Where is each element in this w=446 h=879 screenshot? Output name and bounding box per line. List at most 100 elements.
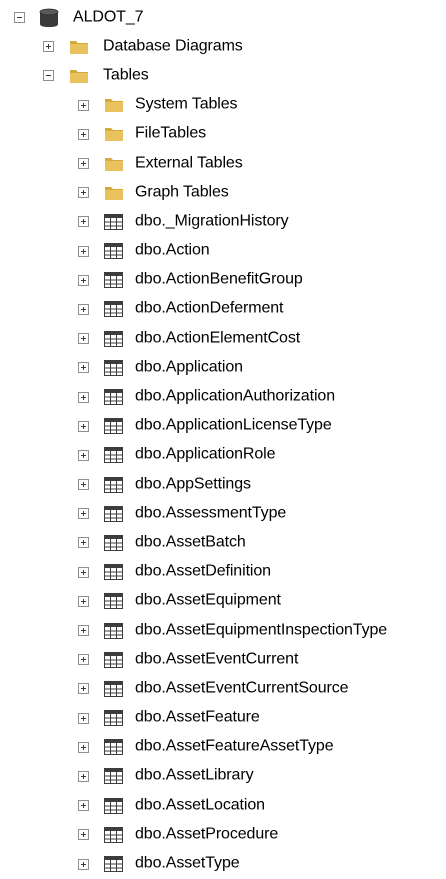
- table-grid-icon: [104, 447, 123, 468]
- tree-node-table[interactable]: dbo.AssetEquipmentInspectionType: [0, 616, 446, 645]
- table-grid-icon: [104, 564, 123, 585]
- expand-toggle-icon[interactable]: [78, 508, 89, 520]
- expand-toggle-icon[interactable]: [78, 858, 89, 870]
- tree-node-tables[interactable]: Tables: [0, 61, 446, 90]
- table-label: dbo.ActionElementCost: [135, 329, 301, 347]
- expand-toggle-icon[interactable]: [78, 420, 89, 432]
- tree-node-table[interactable]: dbo.ApplicationRole: [0, 441, 446, 470]
- collapse-toggle-icon[interactable]: [14, 12, 25, 24]
- tree-node-table[interactable]: dbo.AssetProcedure: [0, 820, 446, 849]
- table-grid-icon: [104, 330, 123, 352]
- table-grid-icon: [104, 797, 123, 819]
- expand-toggle-icon[interactable]: [78, 683, 89, 695]
- table-grid-icon: [104, 739, 123, 760]
- tree-node-table[interactable]: dbo.ActionElementCost: [0, 324, 446, 353]
- expand-toggle-icon[interactable]: [78, 216, 89, 228]
- expand-toggle-icon[interactable]: [78, 391, 89, 403]
- expand-toggle-icon[interactable]: [78, 625, 89, 637]
- table-grid-icon: [104, 418, 123, 439]
- table-grid-icon: [104, 476, 123, 498]
- folder-icon: [104, 185, 124, 206]
- expand-toggle-icon[interactable]: [78, 712, 89, 724]
- tree-node-system-tables[interactable]: System Tables: [0, 91, 446, 120]
- expand-toggle-icon[interactable]: [78, 449, 89, 461]
- table-grid-icon: [104, 301, 123, 322]
- expand-toggle-icon[interactable]: [78, 479, 89, 491]
- table-label: dbo.AssetLibrary: [135, 767, 254, 785]
- table-label: dbo.Application: [135, 358, 243, 376]
- table-label: dbo.AssetEquipment: [135, 592, 281, 610]
- tree-node-external-tables[interactable]: External Tables: [0, 149, 446, 178]
- table-label: dbo.AssetEventCurrent: [135, 650, 299, 668]
- tree-node-graph-tables[interactable]: Graph Tables: [0, 178, 446, 207]
- expand-toggle-icon[interactable]: [78, 333, 89, 345]
- expand-toggle-icon[interactable]: [78, 741, 89, 753]
- expand-toggle-icon[interactable]: [43, 41, 54, 53]
- table-grid-icon: [104, 593, 123, 614]
- tree-node-table[interactable]: dbo.AssetLocation: [0, 791, 446, 820]
- table-label: dbo.AssetDefinition: [135, 562, 271, 580]
- table-list: dbo._MigrationHistory dbo.Action dbo.Act…: [0, 207, 446, 878]
- table-grid-icon: [104, 768, 123, 789]
- expand-toggle-icon[interactable]: [78, 99, 89, 111]
- tree-node-filetables[interactable]: FileTables: [0, 120, 446, 149]
- table-grid-icon: [104, 359, 123, 381]
- expand-toggle-icon[interactable]: [78, 187, 89, 199]
- expand-toggle-icon[interactable]: [78, 128, 89, 140]
- expand-toggle-icon[interactable]: [78, 654, 89, 666]
- table-grid-icon: [104, 243, 123, 264]
- expand-toggle-icon[interactable]: [78, 158, 89, 170]
- tree-node-table[interactable]: dbo.ActionBenefitGroup: [0, 266, 446, 295]
- table-label: dbo.ApplicationAuthorization: [135, 387, 336, 405]
- tree-node-table[interactable]: dbo.Action: [0, 237, 446, 266]
- tree-node-table[interactable]: dbo.AppSettings: [0, 470, 446, 499]
- tree-node-table[interactable]: dbo.ApplicationLicenseType: [0, 412, 446, 441]
- table-label: dbo.AssetBatch: [135, 533, 246, 551]
- tree-node-table[interactable]: dbo._MigrationHistory: [0, 207, 446, 236]
- expand-toggle-icon[interactable]: [78, 566, 89, 578]
- expand-toggle-icon[interactable]: [78, 245, 89, 257]
- tree-node-table[interactable]: dbo.AssetEquipment: [0, 587, 446, 616]
- expand-toggle-icon[interactable]: [78, 770, 89, 782]
- expand-toggle-icon[interactable]: [78, 595, 89, 607]
- tree-node-table[interactable]: dbo.AssetLibrary: [0, 762, 446, 791]
- table-label: dbo._MigrationHistory: [135, 212, 289, 230]
- collapse-toggle-icon[interactable]: [43, 70, 54, 82]
- expand-toggle-icon[interactable]: [78, 362, 89, 374]
- tree-node-table[interactable]: dbo.AssetFeatureAssetType: [0, 733, 446, 762]
- table-label: dbo.AppSettings: [135, 475, 251, 493]
- table-grid-icon: [104, 680, 123, 702]
- table-label: dbo.AssetType: [135, 854, 240, 872]
- folder-label: External Tables: [135, 154, 243, 172]
- expand-toggle-icon[interactable]: [78, 274, 89, 286]
- table-grid-icon: [104, 856, 123, 877]
- tree-node-table[interactable]: dbo.AssetType: [0, 849, 446, 878]
- expand-toggle-icon[interactable]: [78, 537, 89, 549]
- table-label: dbo.AssetEventCurrentSource: [135, 679, 349, 697]
- tree-node-database[interactable]: ALDOT_7: [0, 3, 446, 32]
- tree-node-database-diagrams[interactable]: Database Diagrams: [0, 32, 446, 61]
- tree-node-table[interactable]: dbo.ActionDeferment: [0, 295, 446, 324]
- table-grid-icon: [104, 826, 123, 848]
- expand-toggle-icon[interactable]: [78, 303, 89, 315]
- table-label: dbo.AssetProcedure: [135, 825, 279, 843]
- tree-node-table[interactable]: dbo.Application: [0, 353, 446, 382]
- tree-node-table[interactable]: dbo.AssessmentType: [0, 499, 446, 528]
- folder-icon: [69, 68, 89, 89]
- table-grid-icon: [104, 505, 123, 527]
- expand-toggle-icon[interactable]: [78, 800, 89, 812]
- tree-node-table[interactable]: dbo.AssetEventCurrent: [0, 645, 446, 674]
- table-label: dbo.ApplicationRole: [135, 446, 276, 464]
- tree-node-table[interactable]: dbo.AssetDefinition: [0, 558, 446, 587]
- tree-node-table[interactable]: dbo.ApplicationAuthorization: [0, 382, 446, 411]
- table-label: dbo.AssetFeatureAssetType: [135, 737, 334, 755]
- tree-node-table[interactable]: dbo.AssetBatch: [0, 528, 446, 557]
- table-grid-icon: [104, 534, 123, 556]
- table-label: dbo.AssessmentType: [135, 504, 287, 522]
- tree-node-table[interactable]: dbo.AssetFeature: [0, 704, 446, 733]
- tree-node-table[interactable]: dbo.AssetEventCurrentSource: [0, 674, 446, 703]
- table-grid-icon: [104, 213, 123, 235]
- folder-icon: [104, 97, 124, 118]
- table-label: dbo.Action: [135, 241, 210, 259]
- expand-toggle-icon[interactable]: [78, 829, 89, 841]
